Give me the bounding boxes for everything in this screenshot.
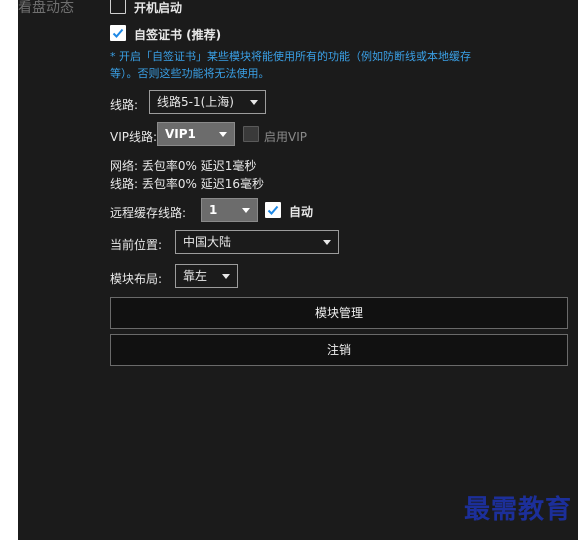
chevron-down-icon [219, 132, 227, 137]
chevron-down-icon [242, 208, 250, 213]
enable-vip-label: 启用VIP [264, 130, 307, 144]
chevron-down-icon [250, 100, 258, 105]
watermark-logo: 最需教育 [463, 495, 572, 525]
vip-route-label: VIP线路: [110, 130, 158, 144]
network-stats: 网络: 丢包率0% 延迟1毫秒 [110, 159, 257, 173]
settings-panel: 看盘动态 开机启动 自签证书 (推荐) * 开启「自签证书」某些模块将能使用所有… [18, 0, 578, 540]
layout-dropdown[interactable]: 靠左 [175, 264, 238, 288]
remote-cache-label: 远程缓存线路: [110, 206, 187, 220]
route-value: 线路5-1(上海) [157, 95, 234, 109]
section-label: 看盘动态 [18, 0, 74, 16]
remote-cache-auto-checkbox[interactable] [265, 202, 281, 218]
location-dropdown[interactable]: 中国大陆 [175, 230, 339, 254]
module-manage-button[interactable]: 模块管理 [110, 297, 568, 329]
check-icon [112, 28, 124, 38]
chevron-down-icon [323, 240, 331, 245]
location-label: 当前位置: [110, 238, 163, 252]
location-value: 中国大陆 [183, 235, 232, 249]
self-cert-label: 自签证书 (推荐) [134, 28, 222, 42]
route-dropdown[interactable]: 线路5-1(上海) [149, 90, 266, 114]
layout-value: 靠左 [183, 269, 208, 283]
remote-cache-dropdown[interactable]: 1 [201, 198, 258, 222]
remote-cache-value: 1 [209, 203, 218, 217]
autostart-checkbox[interactable] [110, 0, 126, 14]
enable-vip-checkbox[interactable] [243, 126, 259, 142]
vip-route-value: VIP1 [165, 127, 196, 141]
self-cert-checkbox[interactable] [110, 25, 126, 41]
self-cert-note-line1: * 开启「自签证书」某些模块将能使用所有的功能（例如防断线或本地缓存 [110, 50, 471, 63]
vip-route-dropdown[interactable]: VIP1 [157, 122, 235, 146]
autostart-label: 开机启动 [134, 1, 183, 15]
layout-label: 模块布局: [110, 272, 163, 286]
chevron-down-icon [222, 274, 230, 279]
logout-button[interactable]: 注销 [110, 334, 568, 366]
check-icon [267, 205, 279, 215]
remote-cache-auto-label: 自动 [289, 205, 314, 219]
route-label: 线路: [110, 98, 139, 112]
route-stats: 线路: 丢包率0% 延迟16毫秒 [110, 177, 264, 191]
self-cert-note-line2: 等）。否则这些功能将无法使用。 [110, 67, 270, 80]
